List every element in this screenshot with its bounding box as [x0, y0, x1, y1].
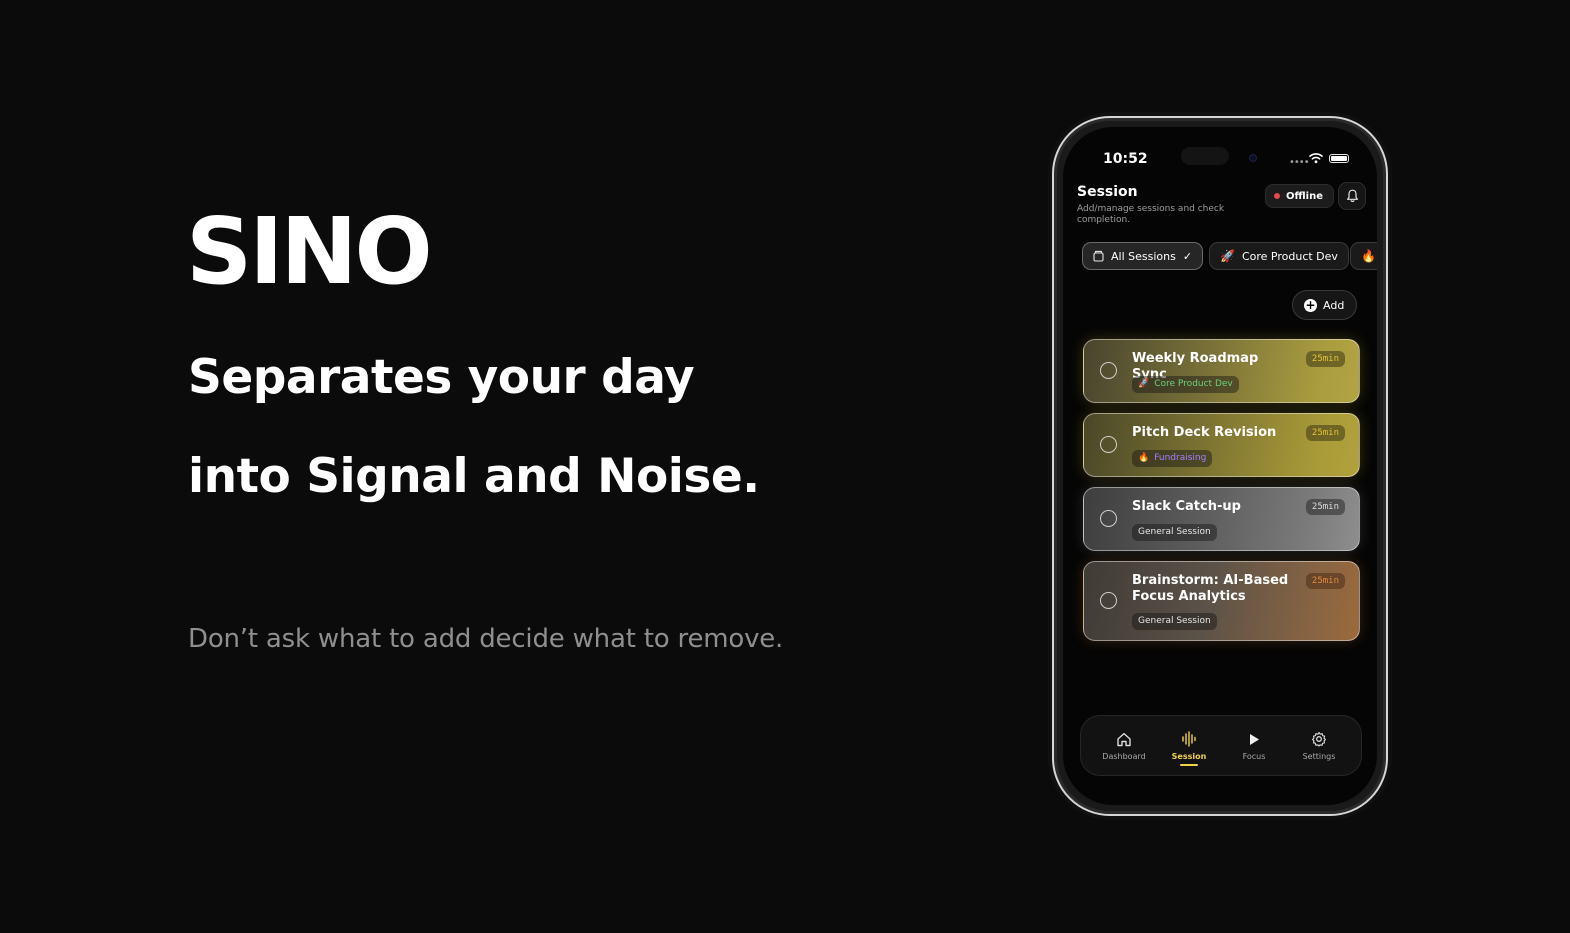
offline-status-badge[interactable]: Offline — [1265, 184, 1334, 208]
complete-radio[interactable] — [1100, 362, 1117, 379]
session-card[interactable]: Brainstorm: AI-Based Focus Analytics 25m… — [1083, 561, 1360, 641]
phone-screen: 10:52 •••• Session Add/manage sessions a… — [1063, 127, 1377, 805]
active-tab-indicator — [1180, 764, 1198, 766]
session-filter-bar: All Sessions ✓ 🚀 Core Product Dev 🔥 — [1082, 242, 1377, 272]
folder-icon — [1093, 250, 1104, 262]
rocket-icon: 🚀 — [1138, 379, 1150, 389]
play-icon — [1250, 733, 1259, 745]
offline-label: Offline — [1286, 190, 1323, 202]
page-title: Session — [1077, 184, 1138, 200]
session-title: Brainstorm: AI-Based Focus Analytics — [1132, 573, 1289, 604]
add-session-button[interactable]: + Add — [1292, 290, 1358, 320]
session-tag-label: General Session — [1138, 616, 1211, 626]
session-duration: 25min — [1305, 425, 1345, 441]
filter-chip-label: Core Product Dev — [1241, 249, 1338, 263]
waveform-icon — [1182, 731, 1196, 747]
session-tag-label: Fundraising — [1154, 453, 1207, 463]
filter-chip-core-product-dev[interactable]: 🚀 Core Product Dev — [1209, 242, 1349, 270]
battery-icon — [1329, 154, 1349, 163]
fire-icon: 🔥 — [1138, 453, 1150, 463]
tab-label: Dashboard — [1102, 752, 1146, 761]
tab-label: Focus — [1242, 752, 1266, 761]
session-tag: 🔥 Fundraising — [1132, 450, 1213, 467]
session-tag: 🚀 Core Product Dev — [1132, 376, 1239, 393]
tab-session[interactable]: Session — [1157, 716, 1221, 777]
session-duration: 25min — [1305, 499, 1345, 515]
status-dot-icon — [1274, 193, 1280, 199]
home-icon — [1117, 732, 1131, 746]
complete-radio[interactable] — [1100, 592, 1117, 609]
fire-icon: 🔥 — [1361, 249, 1376, 263]
headline-line-2: into Signal and Noise. — [188, 449, 760, 504]
phone-mockup: 10:52 •••• Session Add/manage sessions a… — [1052, 116, 1388, 816]
brand-logo: SINO — [186, 198, 433, 305]
rocket-icon: 🚀 — [1220, 249, 1235, 263]
wifi-icon — [1309, 153, 1323, 164]
tab-label: Settings — [1302, 752, 1336, 761]
bottom-tab-bar: Dashboard Session Focus Settings — [1080, 715, 1362, 776]
session-tag: General Session — [1132, 524, 1217, 541]
camera-icon — [1249, 154, 1257, 162]
signal-icon: •••• — [1289, 157, 1310, 168]
session-card[interactable]: Slack Catch-up 25min General Session — [1083, 487, 1360, 551]
headline-line-1: Separates your day — [188, 350, 695, 405]
complete-radio[interactable] — [1100, 510, 1117, 527]
page-subtitle: Add/manage sessions and check completion… — [1077, 204, 1225, 225]
gear-icon — [1311, 731, 1327, 747]
complete-radio[interactable] — [1100, 436, 1117, 453]
tab-focus[interactable]: Focus — [1222, 716, 1286, 777]
filter-chip-fundraising[interactable]: 🔥 — [1350, 242, 1377, 270]
session-title: Pitch Deck Revision — [1132, 425, 1277, 440]
session-tag: General Session — [1132, 613, 1217, 630]
plus-circle-icon: + — [1304, 298, 1317, 312]
session-card[interactable]: Weekly Roadmap Sync 25min 🚀 Core Product… — [1083, 339, 1360, 403]
session-tag-label: Core Product Dev — [1154, 379, 1233, 389]
session-card[interactable]: Pitch Deck Revision 25min 🔥 Fundraising — [1083, 413, 1360, 477]
tab-dashboard[interactable]: Dashboard — [1092, 716, 1156, 777]
tab-label: Session — [1171, 752, 1207, 761]
tab-settings[interactable]: Settings — [1287, 716, 1351, 777]
dynamic-island — [1181, 147, 1229, 165]
bell-icon — [1346, 189, 1358, 203]
add-label: Add — [1323, 298, 1345, 312]
tagline: Don’t ask what to add decide what to rem… — [188, 624, 784, 654]
session-title: Slack Catch-up — [1132, 499, 1241, 514]
status-bar: 10:52 •••• — [1063, 147, 1377, 171]
session-duration: 25min — [1305, 573, 1345, 589]
filter-chip-label: All Sessions — [1111, 249, 1176, 263]
checkmark-icon: ✓ — [1182, 249, 1193, 263]
status-time: 10:52 — [1103, 151, 1148, 167]
notifications-button[interactable] — [1338, 182, 1366, 210]
filter-chip-all-sessions[interactable]: All Sessions ✓ — [1082, 242, 1204, 270]
session-duration: 25min — [1305, 351, 1345, 367]
session-tag-label: General Session — [1138, 527, 1211, 537]
